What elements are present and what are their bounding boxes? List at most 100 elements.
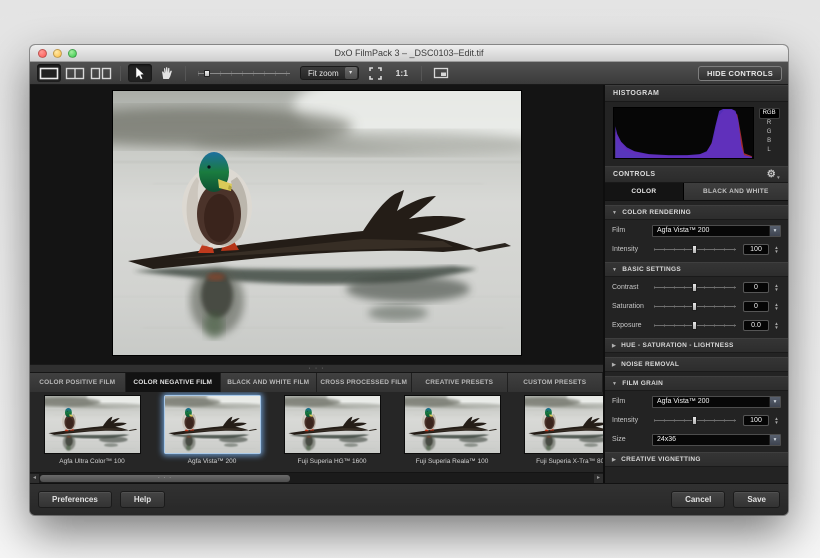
zoom-slider[interactable] xyxy=(198,68,290,78)
chevron-down-icon: ▾ xyxy=(769,225,780,236)
channel-l-button[interactable]: L xyxy=(764,146,773,155)
grain-size-select[interactable]: 24x36 ▾ xyxy=(652,433,781,446)
channel-b-button[interactable]: B xyxy=(764,137,774,146)
scrollbar-thumb[interactable]: · · · xyxy=(40,475,290,482)
preset-agfa-ultra-color-100[interactable]: Agfa Ultra Color™ 100 xyxy=(32,395,152,472)
tab-black-and-white[interactable]: BLACK AND WHITE xyxy=(683,183,788,200)
section-hue-saturation-lightness[interactable]: ▶ HUE - SATURATION - LIGHTNESS xyxy=(605,338,788,353)
slider-handle[interactable] xyxy=(692,416,697,425)
stepper-down-icon[interactable]: ▼ xyxy=(774,287,778,292)
channel-g-button[interactable]: G xyxy=(764,128,775,137)
stepper-down-icon[interactable]: ▼ xyxy=(774,420,778,425)
slider-handle[interactable] xyxy=(692,302,697,311)
stepper-down-icon[interactable]: ▼ xyxy=(774,249,778,254)
section-title: NOISE REMOVAL xyxy=(621,361,680,368)
preset-fuji-superia-hg-1600[interactable]: Fuji Superia HG™ 1600 xyxy=(272,395,392,472)
section-noise-removal[interactable]: ▶ NOISE REMOVAL xyxy=(605,357,788,372)
saturation-slider[interactable] xyxy=(652,301,738,312)
tab-black-and-white-film[interactable]: BLACK AND WHITE FILM xyxy=(221,373,317,392)
film-select[interactable]: Agfa Vista™ 200 ▾ xyxy=(652,224,781,237)
exposure-slider[interactable] xyxy=(652,320,738,331)
scroll-right-icon[interactable]: ▸ xyxy=(594,473,603,483)
filmstrip-scrollbar[interactable]: ◂ · · · ▸ xyxy=(30,472,603,483)
collapse-icon: ▼ xyxy=(612,209,618,216)
exposure-value[interactable]: 0.0 xyxy=(743,320,769,331)
section-creative-vignetting[interactable]: ▶ CREATIVE VIGNETTING xyxy=(605,452,788,467)
grain-intensity-stepper[interactable]: ▲ ▼ xyxy=(772,416,781,425)
section-basic-settings[interactable]: ▼ BASIC SETTINGS xyxy=(605,262,788,277)
film-value: Agfa Vista™ 200 xyxy=(657,227,710,234)
slider-handle[interactable] xyxy=(692,283,697,292)
section-title: CREATIVE VIGNETTING xyxy=(621,456,701,463)
hand-tool-button[interactable] xyxy=(154,64,178,82)
pointer-tool-button[interactable] xyxy=(128,64,152,82)
preset-agfa-vista-200[interactable]: Agfa Vista™ 200 xyxy=(152,395,272,472)
controls-title: CONTROLS xyxy=(613,171,656,178)
channel-r-button[interactable]: R xyxy=(764,119,774,128)
tab-color-negative-film[interactable]: COLOR NEGATIVE FILM xyxy=(125,373,221,392)
title-bar: DxO FilmPack 3 – _DSC0103–Edit.tif xyxy=(30,45,788,62)
tab-cross-processed-film[interactable]: CROSS PROCESSED FILM xyxy=(316,373,412,392)
preset-thumbnail xyxy=(525,396,604,453)
one-to-one-zoom-button[interactable]: 1:1 xyxy=(396,68,408,78)
slider-handle[interactable] xyxy=(692,245,697,254)
hide-controls-button[interactable]: HIDE CONTROLS xyxy=(698,65,782,81)
tab-color[interactable]: COLOR xyxy=(605,183,684,200)
zoom-slider-handle[interactable] xyxy=(204,70,210,77)
grain-intensity-value[interactable]: 100 xyxy=(743,415,769,426)
section-color-rendering[interactable]: ▼ COLOR RENDERING xyxy=(605,205,788,220)
exposure-stepper[interactable]: ▲ ▼ xyxy=(772,321,781,330)
intensity-label: Intensity xyxy=(612,246,639,253)
help-button[interactable]: Help xyxy=(119,491,166,508)
channel-rgb-button[interactable]: RGB xyxy=(758,108,780,119)
intensity-value[interactable]: 100 xyxy=(743,244,769,255)
intensity-stepper[interactable]: ▲ ▼ xyxy=(772,245,781,254)
preset-fuji-superia-xtra-800[interactable]: Fuji Superia X-Tra™ 800 xyxy=(512,395,603,472)
grain-intensity-slider[interactable] xyxy=(652,415,738,426)
saturation-value[interactable]: 0 xyxy=(743,301,769,312)
gear-icon[interactable]: ⚙ xyxy=(767,169,776,180)
contrast-value[interactable]: 0 xyxy=(743,282,769,293)
cancel-button[interactable]: Cancel xyxy=(671,491,726,508)
intensity-slider[interactable] xyxy=(652,244,738,255)
grain-film-select[interactable]: Agfa Vista™ 200 ▾ xyxy=(652,395,781,408)
tab-color-positive-film[interactable]: COLOR POSITIVE FILM xyxy=(30,373,126,392)
contrast-row: Contrast 0 ▲ ▼ xyxy=(605,279,788,296)
toolbar-divider xyxy=(420,65,422,81)
image-info-button[interactable] xyxy=(429,64,453,82)
side-by-side-view-icon xyxy=(90,67,112,79)
filmstrip-resize-grip[interactable]: · · · xyxy=(30,364,603,372)
close-button[interactable] xyxy=(38,49,47,58)
section-film-grain[interactable]: ▼ FILM GRAIN xyxy=(605,376,788,391)
fullscreen-button[interactable] xyxy=(364,64,388,82)
view-split-button[interactable] xyxy=(63,64,87,82)
zoom-window-button[interactable] xyxy=(68,49,77,58)
contrast-stepper[interactable]: ▲ ▼ xyxy=(772,283,781,292)
scroll-left-icon[interactable]: ◂ xyxy=(30,473,39,483)
preset-fuji-superia-reala-100[interactable]: Fuji Superia Reala™ 100 xyxy=(392,395,512,472)
stepper-down-icon[interactable]: ▼ xyxy=(774,306,778,311)
zoom-mode-select[interactable]: Fit zoom ▾ xyxy=(300,66,359,80)
controls-header: CONTROLS ⚙ ▾ xyxy=(605,166,788,183)
minimize-button[interactable] xyxy=(53,49,62,58)
image-viewport[interactable] xyxy=(30,85,603,364)
single-view-icon xyxy=(39,67,59,79)
hand-icon xyxy=(162,67,172,79)
expand-icon: ▶ xyxy=(612,342,617,349)
save-button[interactable]: Save xyxy=(733,491,780,508)
stepper-down-icon[interactable]: ▼ xyxy=(774,325,778,330)
split-view-icon xyxy=(65,67,85,79)
tab-custom-presets[interactable]: CUSTOM PRESETS xyxy=(507,373,603,392)
preferences-button[interactable]: Preferences xyxy=(38,491,112,508)
grain-size-value: 24x36 xyxy=(657,436,677,443)
toolbar-divider xyxy=(120,65,121,81)
film-category-tabs: COLOR POSITIVE FILM COLOR NEGATIVE FILM … xyxy=(30,372,603,392)
film-label: Film xyxy=(612,227,626,234)
view-side-by-side-button[interactable] xyxy=(89,64,113,82)
tab-creative-presets[interactable]: CREATIVE PRESETS xyxy=(412,373,508,392)
chevron-down-icon: ▾ xyxy=(769,434,780,445)
slider-handle[interactable] xyxy=(692,321,697,330)
contrast-slider[interactable] xyxy=(652,282,738,293)
view-single-button[interactable] xyxy=(37,64,61,82)
saturation-stepper[interactable]: ▲ ▼ xyxy=(772,302,781,311)
